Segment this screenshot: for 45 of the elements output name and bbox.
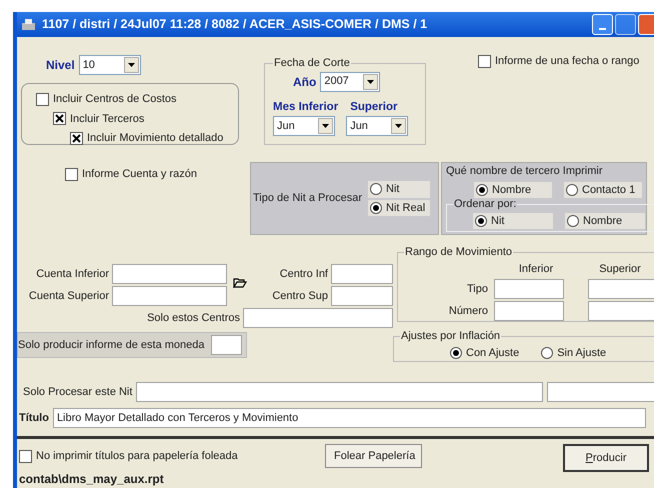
- group-title: Ajustes por Inflación: [400, 329, 502, 344]
- radio-label: Nombre: [492, 182, 532, 198]
- checkbox-label: Incluir Movimiento detallado: [87, 131, 224, 146]
- nit-label: Solo Procesar este Nit: [23, 384, 132, 400]
- radio-label: Sin Ajuste: [557, 346, 606, 360]
- group-title: Ordenar por:: [453, 197, 518, 212]
- radio-label: Nombre: [583, 214, 622, 228]
- group-title: Rango de Movimiento: [404, 245, 514, 260]
- dropdown[interactable]: 2007: [320, 72, 380, 92]
- checkbox-label: No imprimir títulos para papelería foleada: [36, 449, 238, 464]
- text-field[interactable]: Libro Mayor Detallado con Terceros y Movimiento: [52, 408, 646, 428]
- field-label: Solo estos Centros: [147, 310, 240, 326]
- level-label: Nivel: [46, 57, 75, 74]
- field-label: Centro Inf: [280, 266, 328, 282]
- radio-label: Con Ajuste: [466, 346, 520, 360]
- field-label: Centro Sup: [272, 288, 328, 304]
- radio-label: Nit Real: [386, 200, 426, 216]
- radio-label: Nit: [386, 182, 400, 197]
- dropdown[interactable]: 10: [78, 55, 141, 75]
- row-label: Número: [448, 304, 489, 319]
- currency-label: Solo producir informe de esta moneda: [18, 338, 204, 353]
- title-label: Título: [19, 410, 49, 426]
- checkbox-label: Incluir Centros de Costos: [53, 92, 176, 107]
- checkbox-label: Informe Cuenta y razón: [82, 167, 197, 182]
- field-label: Cuenta Superior: [28, 288, 109, 304]
- report-path: contab\dms_may_aux.rpt: [18, 471, 165, 488]
- group-title: Fecha de Corte: [273, 56, 351, 71]
- dropdown[interactable]: Jun: [346, 116, 408, 136]
- produce-button[interactable]: Producir: [563, 444, 649, 472]
- nit-type-label: Tipo de Nit a Procesar: [253, 191, 362, 206]
- paper-button[interactable]: Folear Papelería: [325, 444, 422, 468]
- row-label: Tipo: [466, 282, 489, 297]
- radio-label: Nit: [491, 214, 504, 228]
- month-from-label: Mes Inferior: [273, 100, 338, 114]
- dropdown[interactable]: Jun: [273, 116, 335, 136]
- year-label: Año: [293, 74, 316, 90]
- month-to-label: Superior: [349, 100, 398, 114]
- field-label: Cuenta Inferior: [36, 266, 109, 282]
- checkbox-label: Incluir Terceros: [70, 112, 144, 126]
- window-title: 1107 / distri / 24Jul07 11:28 / 8082 / ACER_ASIS-COMER / DMS / 1: [42, 16, 428, 34]
- checkbox-label: Informe de una fecha o rango: [495, 54, 640, 69]
- panel-title: Qué nombre de tercero Imprimir: [446, 164, 604, 179]
- column-header: Superior: [598, 262, 642, 276]
- radio-label: Contacto 1: [582, 182, 636, 198]
- column-header: Inferior: [518, 262, 554, 276]
